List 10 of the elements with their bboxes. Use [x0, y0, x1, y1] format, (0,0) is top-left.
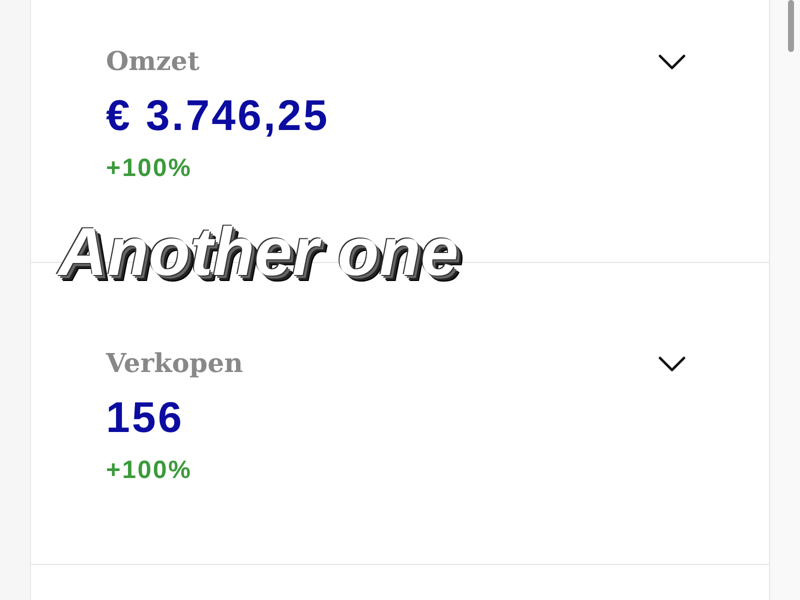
metric-label: Omzet: [106, 46, 200, 78]
metric-label: Verkopen: [106, 348, 244, 380]
metric-value: € 3.746,25: [106, 92, 330, 140]
chevron-down-icon[interactable]: [658, 356, 686, 372]
overlay-caption: Another one: [48, 206, 472, 298]
metric-change: +100%: [106, 154, 192, 182]
metric-value: 156: [106, 394, 184, 442]
metric-change: +100%: [106, 456, 192, 484]
scrollbar-thumb[interactable]: [788, 0, 794, 52]
chevron-down-icon[interactable]: [658, 54, 686, 70]
